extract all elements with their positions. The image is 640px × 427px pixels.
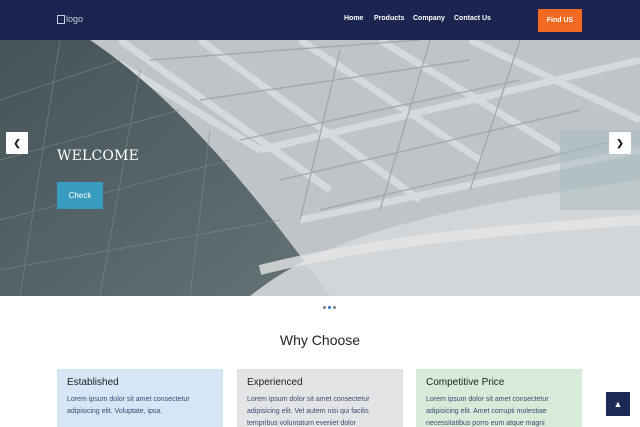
page: logo Home Products Company Contact Us Fi…: [0, 0, 640, 427]
chevron-right-icon: ❯: [616, 137, 624, 148]
find-us-button[interactable]: Find US: [538, 9, 582, 32]
carousel-indicator-1[interactable]: [323, 306, 326, 309]
hero-background-image: [0, 40, 640, 296]
feature-card-established: Established Lorem ipsum dolor sit amet c…: [57, 369, 223, 427]
logo-text: logo: [66, 14, 84, 24]
card-title: Experienced: [247, 377, 303, 388]
card-text: Lorem ipsum dolor sit amet consectetur a…: [426, 396, 549, 427]
feature-card-experienced: Experienced Lorem ipsum dolor sit amet c…: [237, 369, 403, 427]
carousel-prev-button[interactable]: ❮: [6, 132, 28, 154]
chevron-up-icon: ▲: [613, 399, 623, 409]
hero-carousel: WELCOME Check ❮ ❯: [0, 40, 640, 296]
card-title: Competitive Price: [426, 377, 505, 388]
top-navbar: logo Home Products Company Contact Us Fi…: [0, 0, 640, 40]
carousel-indicator-3[interactable]: [333, 306, 336, 309]
card-text: Lorem ipsum dolor sit amet consectetur a…: [67, 396, 190, 415]
carousel-indicators: [323, 306, 336, 309]
hero-title: WELCOME: [57, 148, 140, 164]
nav-company[interactable]: Company: [413, 15, 445, 22]
feature-card-competitive-price: Competitive Price Lorem ipsum dolor sit …: [416, 369, 582, 427]
section-title: Why Choose: [279, 332, 361, 348]
card-text: Lorem ipsum dolor sit amet consectetur a…: [247, 396, 370, 427]
card-title: Established: [67, 377, 119, 388]
logo[interactable]: logo: [57, 14, 83, 24]
carousel-indicator-2[interactable]: [328, 306, 331, 309]
chevron-left-icon: ❮: [13, 137, 21, 148]
nav-contact-us[interactable]: Contact Us: [454, 15, 491, 22]
nav-home[interactable]: Home: [344, 15, 363, 22]
hero-check-button[interactable]: Check: [57, 182, 103, 209]
logo-image-icon: [57, 14, 65, 24]
scroll-to-top-button[interactable]: ▲: [606, 392, 630, 416]
carousel-next-button[interactable]: ❯: [609, 132, 631, 154]
nav-products[interactable]: Products: [374, 15, 404, 22]
